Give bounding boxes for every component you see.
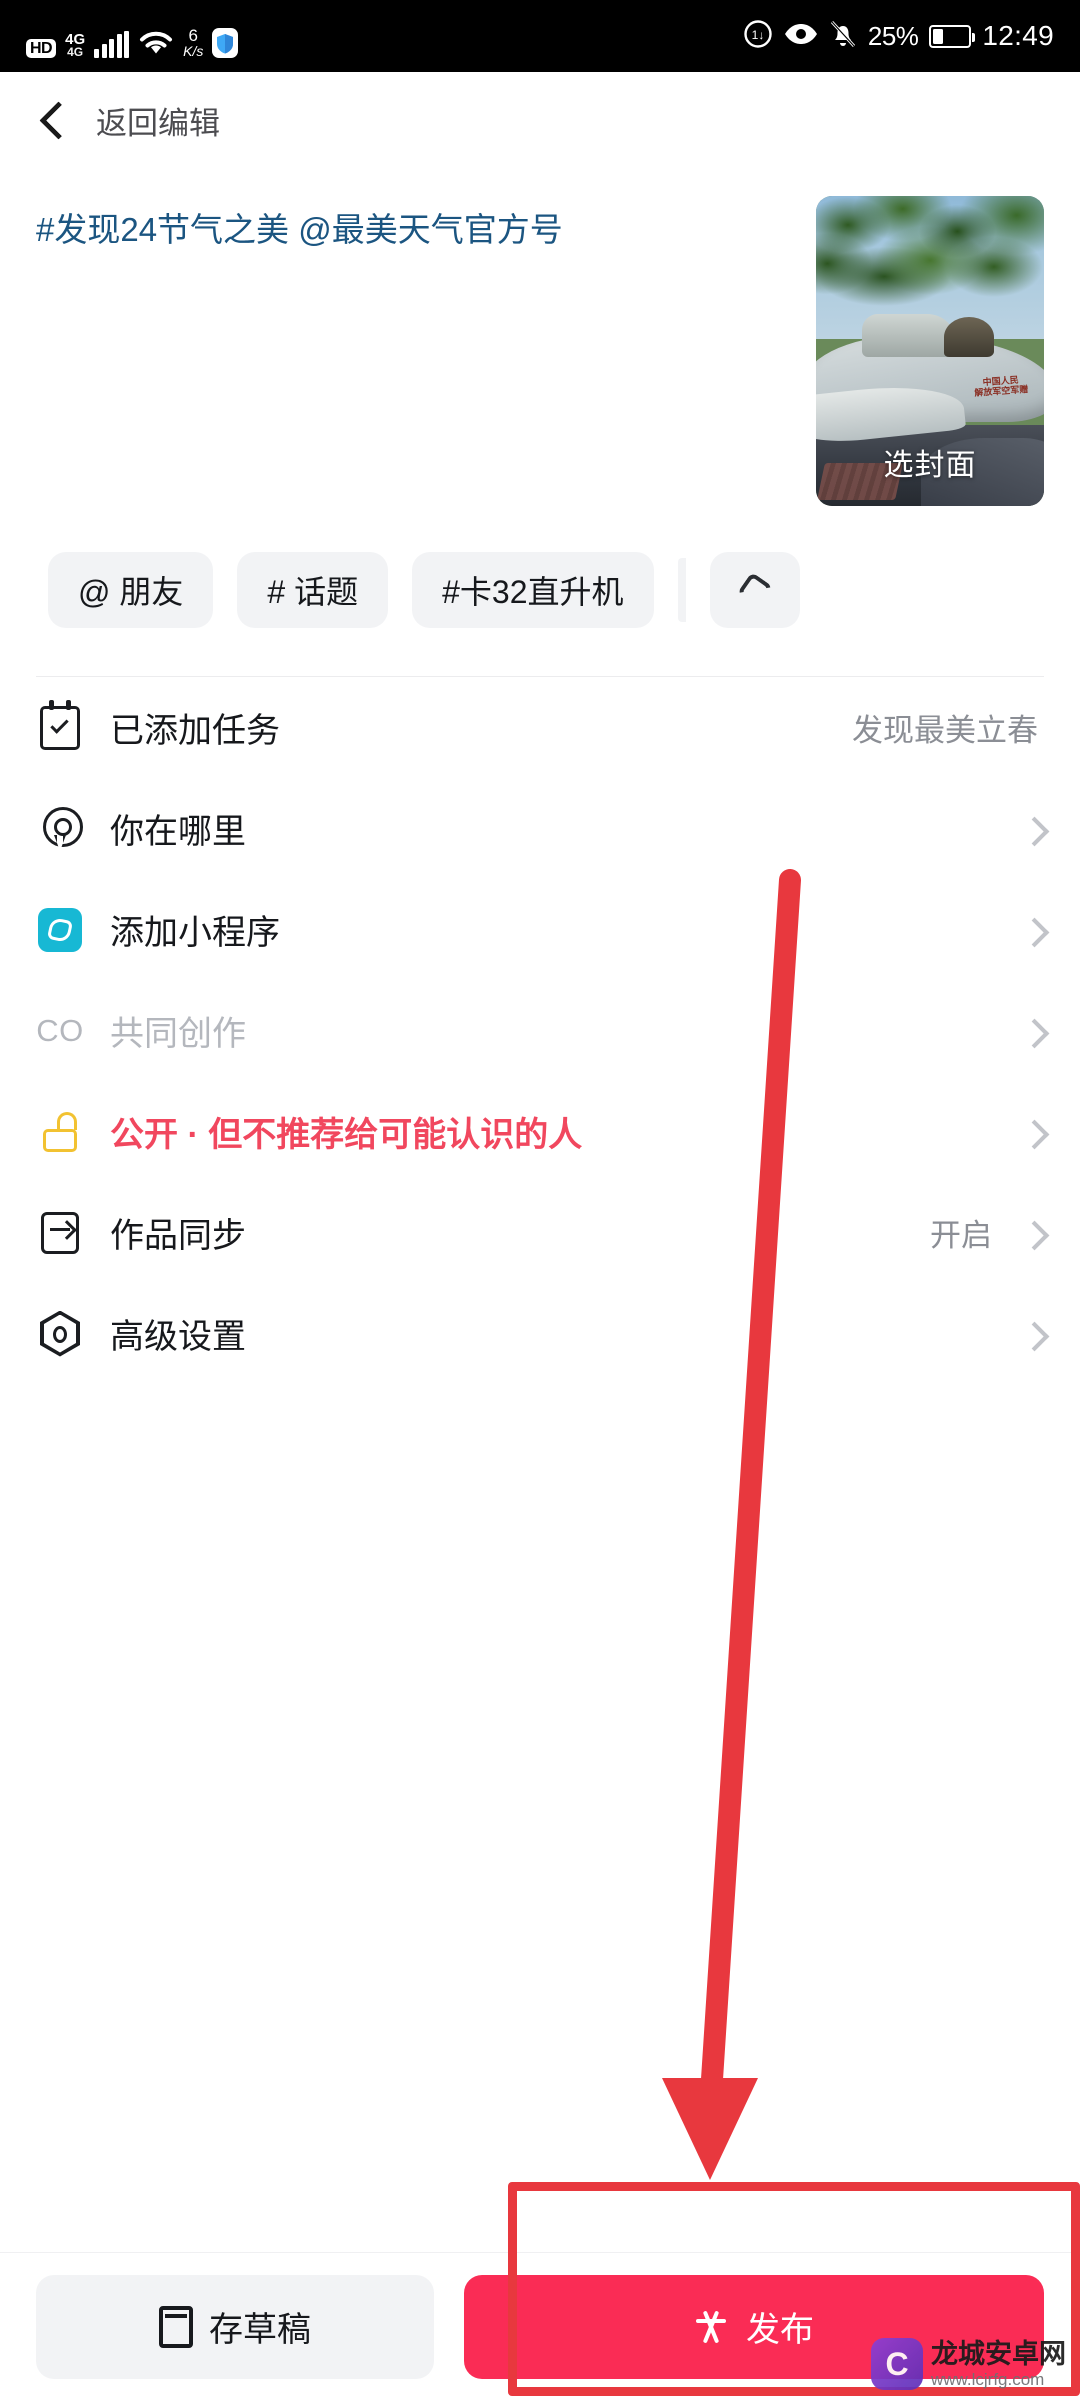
row-privacy[interactable]: 公开 · 但不推荐给可能认识的人 xyxy=(36,1081,1044,1182)
svg-text:1↓: 1↓ xyxy=(752,28,765,42)
signal-bars-icon xyxy=(94,31,130,58)
publish-label: 发布 xyxy=(746,2311,814,2349)
back-arrow-icon[interactable] xyxy=(36,103,70,137)
co-icon: CO xyxy=(36,1012,84,1048)
chevron-right-icon xyxy=(1024,1023,1044,1039)
cover-thumbnail[interactable]: 中国人民 解放军空军赠 选封面 xyxy=(816,196,1044,506)
save-draft-icon xyxy=(159,2305,193,2348)
row-label: 已添加任务 xyxy=(110,712,280,750)
row-added-task[interactable]: 已添加任务 发现最美立春 xyxy=(36,677,1044,778)
task-clipboard-icon xyxy=(36,699,84,752)
chip-mention-friend[interactable]: @ 朋友 xyxy=(48,552,214,628)
save-draft-button[interactable]: 存草稿 xyxy=(36,2274,434,2379)
hd-badge: HD xyxy=(26,39,57,58)
navigation-bar: 返回编辑 xyxy=(0,72,1080,168)
row-advanced-settings[interactable]: 高级设置 xyxy=(36,1283,1044,1384)
status-bar: HD 4G 4G 6 K/s 1↓ 25% 12:49 xyxy=(0,0,1080,72)
aircraft-marking: 中国人民 解放军空军赠 xyxy=(974,374,1029,399)
watermark-site-url: www.lcjrfg.com xyxy=(931,2369,1045,2389)
caption-input[interactable]: #发现24节气之美 @最美天气官方号 xyxy=(36,196,796,506)
row-work-sync[interactable]: 作品同步 开启 xyxy=(36,1182,1044,1283)
shield-icon xyxy=(212,28,239,58)
row-co-creation[interactable]: CO 共同创作 xyxy=(36,980,1044,1081)
row-label: 你在哪里 xyxy=(110,813,246,851)
status-bar-left: HD 4G 4G 6 K/s xyxy=(26,14,239,59)
row-label: 共同创作 xyxy=(110,1015,246,1053)
row-value: 发现最美立春 xyxy=(852,713,1038,748)
save-draft-label: 存草稿 xyxy=(209,2311,311,2349)
network-sub-label: 4G xyxy=(67,44,84,59)
chip-topic[interactable]: # 话题 xyxy=(237,552,389,628)
eye-comfort-icon xyxy=(784,22,818,51)
quick-tag-chips: @ 朋友 # 话题 #卡32直升机 xyxy=(0,506,1080,628)
chip-partial-edge[interactable] xyxy=(677,558,686,622)
network-speed-value: 6 xyxy=(188,26,198,45)
row-label: 添加小程序 xyxy=(110,914,280,952)
chip-label: #卡32直升机 xyxy=(442,574,624,610)
refresh-icon xyxy=(740,575,770,605)
watermark-logo-icon: C xyxy=(871,2338,923,2390)
chevron-right-icon xyxy=(1024,1225,1044,1241)
chip-label: @ 朋友 xyxy=(78,574,184,610)
settings-list: 已添加任务 发现最美立春 你在哪里 添加小程序 CO 共同创作 公开 · 但不推… xyxy=(0,677,1080,1384)
unlock-icon xyxy=(36,1108,84,1156)
network-speed: 6 K/s xyxy=(183,27,203,58)
chip-label: # 话题 xyxy=(267,574,359,610)
watermark: C 龙城安卓网 www.lcjrfg.com xyxy=(871,2338,1066,2390)
watermark-text: 龙城安卓网 www.lcjrfg.com xyxy=(931,2339,1066,2388)
compose-area: #发现24节气之美 @最美天气官方号 中国人民 解放军空军赠 选封面 xyxy=(0,168,1080,506)
chevron-right-icon xyxy=(1024,821,1044,837)
advanced-settings-icon xyxy=(36,1310,84,1358)
battery-icon xyxy=(929,24,976,48)
row-label: 公开 · 但不推荐给可能认识的人 xyxy=(110,1116,583,1154)
mini-program-icon xyxy=(36,906,84,954)
chip-tag-ka32[interactable]: #卡32直升机 xyxy=(412,552,654,628)
wifi-icon xyxy=(138,28,174,58)
chevron-right-icon xyxy=(1024,922,1044,938)
row-location[interactable]: 你在哪里 xyxy=(36,778,1044,879)
watermark-site-name: 龙城安卓网 xyxy=(931,2339,1066,2370)
location-pin-icon xyxy=(36,805,84,853)
chip-refresh[interactable] xyxy=(709,552,800,628)
mute-bell-icon xyxy=(829,19,857,54)
network-type: 4G 4G xyxy=(65,32,85,59)
row-label: 高级设置 xyxy=(110,1318,246,1356)
battery-percent-label: 25% xyxy=(867,20,919,51)
sync-icon xyxy=(36,1209,84,1257)
row-value: 开启 xyxy=(930,1218,992,1253)
chevron-right-icon xyxy=(1024,1124,1044,1140)
network-speed-unit: K/s xyxy=(183,43,204,59)
row-mini-program[interactable]: 添加小程序 xyxy=(36,879,1044,980)
clock-label: 12:49 xyxy=(982,20,1054,51)
select-cover-label[interactable]: 选封面 xyxy=(816,440,1044,484)
status-bar-right: 1↓ 25% 12:49 xyxy=(743,19,1054,54)
sparkle-icon xyxy=(694,2310,728,2344)
chevron-right-icon xyxy=(1024,1326,1044,1342)
dnd-icon: 1↓ xyxy=(743,19,773,54)
row-label: 作品同步 xyxy=(110,1217,246,1255)
back-to-edit-label[interactable]: 返回编辑 xyxy=(96,98,220,143)
